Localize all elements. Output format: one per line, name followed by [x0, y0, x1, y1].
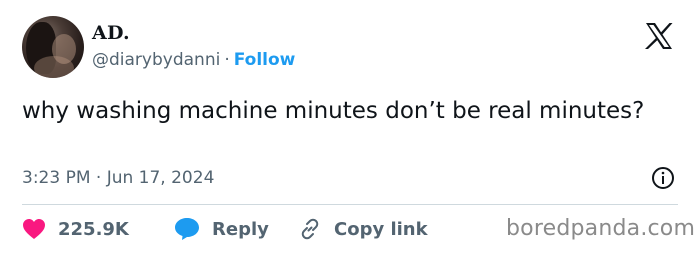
- tweet-timestamp[interactable]: 3:23 PM · Jun 17, 2024: [22, 168, 214, 188]
- heart-icon: [23, 219, 45, 239]
- like-button[interactable]: 225.9K: [22, 218, 174, 240]
- author-handle[interactable]: @diarybydanni: [92, 50, 220, 70]
- reply-button[interactable]: Reply: [174, 217, 298, 241]
- author-handle-row: @diarybydanni · Follow: [92, 50, 295, 70]
- watermark: boredpanda.com: [506, 216, 696, 241]
- x-logo-icon[interactable]: [644, 22, 674, 50]
- tweet-text: why washing machine minutes don’t be rea…: [22, 98, 645, 124]
- speech-bubble-icon: [175, 218, 199, 240]
- avatar-highlight: [34, 56, 74, 78]
- follow-button[interactable]: Follow: [234, 50, 296, 70]
- copy-link-label: Copy link: [334, 218, 428, 240]
- info-icon[interactable]: [651, 166, 675, 190]
- divider: [22, 204, 678, 205]
- link-icon: [301, 218, 319, 240]
- handle-separator: ·: [224, 50, 230, 70]
- action-bar: 225.9K Reply Copy link: [22, 214, 448, 244]
- reply-label: Reply: [212, 218, 269, 240]
- copy-link-button[interactable]: Copy link: [298, 217, 448, 241]
- avatar[interactable]: [22, 16, 84, 78]
- author-name[interactable]: AD.: [92, 22, 130, 44]
- like-count: 225.9K: [58, 218, 129, 240]
